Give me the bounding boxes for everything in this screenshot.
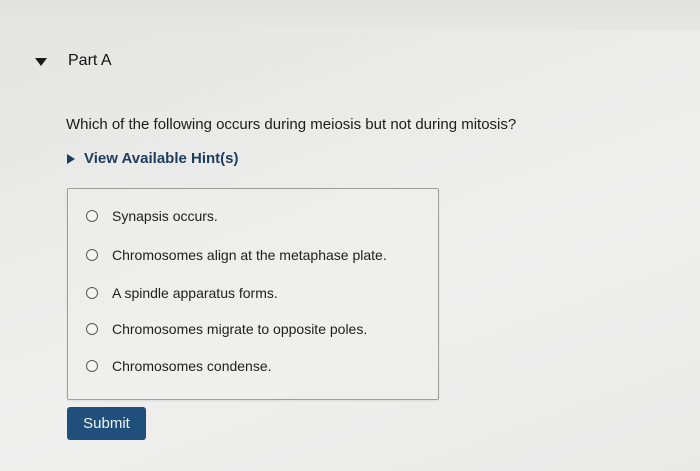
radio-button[interactable] [86, 210, 98, 222]
part-title: Part A [68, 52, 112, 69]
answer-option[interactable]: A spindle apparatus forms. [86, 285, 278, 301]
submit-button[interactable]: Submit [67, 407, 146, 440]
answer-option-label: A spindle apparatus forms. [112, 285, 278, 301]
radio-button[interactable] [86, 249, 98, 261]
answer-option-label: Chromosomes migrate to opposite poles. [112, 321, 368, 337]
answer-option[interactable]: Chromosomes condense. [86, 358, 272, 374]
answer-option[interactable]: Chromosomes migrate to opposite poles. [86, 321, 367, 337]
radio-button[interactable] [86, 287, 98, 299]
radio-button[interactable] [86, 360, 98, 372]
answer-option-label: Synapsis occurs. [112, 208, 218, 224]
view-hints-link[interactable]: View Available Hint(s) [66, 150, 239, 167]
answer-option[interactable]: Synapsis occurs. [86, 208, 218, 224]
view-hints-label: View Available Hint(s) [84, 150, 239, 167]
radio-button[interactable] [86, 323, 98, 335]
answer-option[interactable]: Chromosomes align at the metaphase plate… [86, 247, 387, 263]
question-text: Which of the following occurs during mei… [66, 116, 517, 133]
answer-options-box: Synapsis occurs. Chromosomes align at th… [67, 188, 439, 400]
header-band [0, 0, 700, 30]
triangle-right-icon [67, 153, 75, 164]
triangle-down-icon[interactable] [34, 57, 48, 67]
answer-option-label: Chromosomes condense. [112, 358, 272, 374]
answer-option-label: Chromosomes align at the metaphase plate… [112, 247, 387, 263]
